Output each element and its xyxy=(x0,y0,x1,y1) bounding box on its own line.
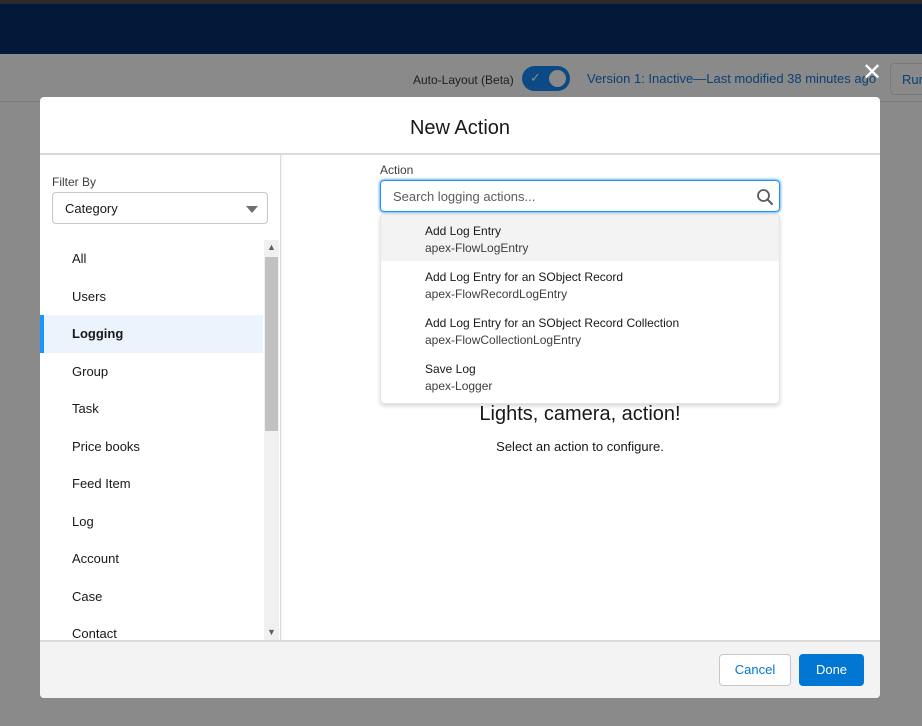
result-item[interactable]: Add Log Entry for an SObject Record Coll… xyxy=(381,307,779,353)
app-header xyxy=(0,4,922,54)
category-list: All Users Logging Group Task Price books… xyxy=(40,240,263,641)
done-button[interactable]: Done xyxy=(799,654,864,686)
category-item-account[interactable]: Account xyxy=(40,540,263,578)
filter-by-value: Category xyxy=(65,201,118,216)
action-search-box xyxy=(380,180,780,212)
run-button[interactable]: Run xyxy=(890,63,922,95)
modal-body: Filter By Category All Users Logging Gro… xyxy=(40,155,880,641)
category-item-logging[interactable]: Logging xyxy=(40,315,263,353)
toggle-knob xyxy=(547,68,568,89)
action-results-dropdown: Add Log Entry apex-FlowLogEntry Add Log … xyxy=(380,214,780,404)
new-action-modal: New Action Filter By Category All Users … xyxy=(40,97,880,698)
category-item-feed-item[interactable]: Feed Item xyxy=(40,465,263,503)
result-api-name: apex-Logger xyxy=(425,379,493,393)
modal-title: New Action xyxy=(409,117,511,139)
category-item-users[interactable]: Users xyxy=(40,278,263,316)
result-title: Add Log Entry xyxy=(425,224,502,238)
filter-by-select[interactable]: Category xyxy=(52,192,268,224)
result-item[interactable]: Add Log Entry for an SObject Record apex… xyxy=(381,261,779,307)
modal-header: New Action xyxy=(40,97,880,155)
category-item-price-books[interactable]: Price books xyxy=(40,428,263,466)
category-item-group[interactable]: Group xyxy=(40,353,263,391)
autolayout-label: Auto-Layout (Beta) xyxy=(413,73,514,87)
autolayout-toggle[interactable]: ✓ xyxy=(522,66,570,91)
close-icon[interactable]: ✕ xyxy=(860,61,884,86)
caret-down-icon xyxy=(246,206,258,213)
category-item-task[interactable]: Task xyxy=(40,390,263,428)
category-item-all[interactable]: All xyxy=(40,240,263,278)
category-item-case[interactable]: Case xyxy=(40,578,263,616)
result-item[interactable]: Save Log apex-Logger xyxy=(381,353,779,399)
action-label: Action xyxy=(380,163,414,177)
scroll-thumb[interactable] xyxy=(265,257,278,431)
scroll-down-icon[interactable]: ▼ xyxy=(264,625,279,640)
category-item-log[interactable]: Log xyxy=(40,503,263,541)
result-api-name: apex-FlowLogEntry xyxy=(425,241,529,255)
result-item[interactable]: Add Log Entry apex-FlowLogEntry xyxy=(381,215,779,261)
filter-by-label: Filter By xyxy=(52,175,97,189)
result-title: Add Log Entry for an SObject Record Coll… xyxy=(425,316,680,330)
result-api-name: apex-FlowCollectionLogEntry xyxy=(425,333,582,347)
empty-state-subtitle: Select an action to configure. xyxy=(496,439,664,454)
category-scrollbar[interactable]: ▲ ▼ xyxy=(264,240,279,640)
filter-panel: Filter By Category All Users Logging Gro… xyxy=(40,155,281,641)
search-icon[interactable] xyxy=(756,188,774,206)
result-title: Save Log xyxy=(425,362,476,376)
result-title: Add Log Entry for an SObject Record xyxy=(425,270,624,284)
modal-footer: Cancel Done xyxy=(40,640,880,698)
cancel-button[interactable]: Cancel xyxy=(719,654,791,686)
action-search-input[interactable] xyxy=(381,181,741,211)
category-item-contact[interactable]: Contact xyxy=(40,615,263,641)
scroll-up-icon[interactable]: ▲ xyxy=(264,240,279,255)
result-api-name: apex-FlowRecordLogEntry xyxy=(425,287,568,301)
empty-state-title: Lights, camera, action! xyxy=(479,403,681,425)
check-icon: ✓ xyxy=(530,70,541,85)
version-status: Version 1: Inactive—Last modified 38 min… xyxy=(587,71,877,86)
